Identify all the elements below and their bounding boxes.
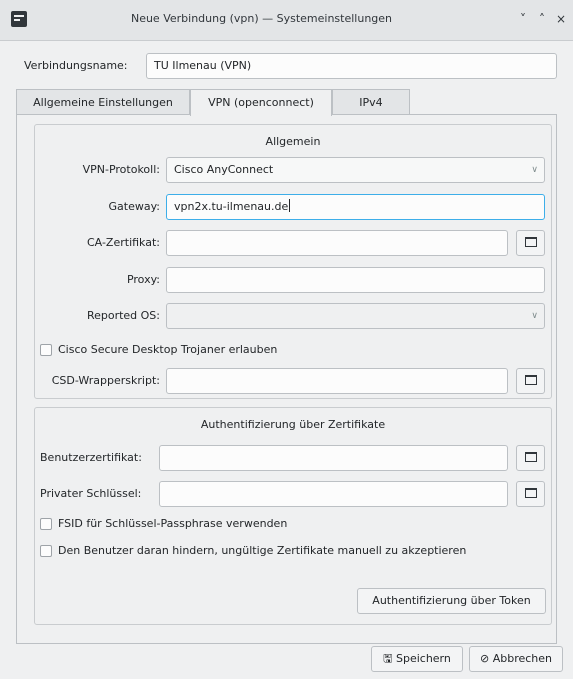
save-button-label: Speichern [395,652,451,665]
close-icon[interactable]: × [552,10,570,28]
window-title: Neue Verbindung (vpn) — Systemeinstellun… [130,12,393,25]
private-key-browse-button[interactable] [516,481,545,507]
csd-wrapper-browse-button[interactable] [516,368,545,394]
ca-certificate-label: CA-Zertifikat: [87,236,160,249]
minimize-icon[interactable]: ˅ [514,10,532,28]
user-certificate-input[interactable] [159,445,508,471]
reported-os-select[interactable]: ∨ [166,303,545,329]
save-icon: 🖫 [383,652,393,665]
trojan-checkbox[interactable] [40,344,52,356]
save-button[interactable]: 🖫 Speichern [371,646,463,672]
user-certificate-label: Benutzerzertifikat: [40,451,142,464]
token-auth-button[interactable]: Authentifizierung über Token [357,588,546,614]
proxy-label: Proxy: [126,273,160,286]
chevron-down-icon: ∨ [531,165,538,175]
folder-icon [524,452,537,462]
reported-os-label: Reported OS: [86,309,160,322]
tab-ipv4[interactable]: IPv4 [332,89,410,115]
proxy-input[interactable] [166,267,545,293]
cancel-button[interactable]: ⊘ Abbrechen [469,646,563,672]
group-auth-title: Authentifizierung über Zertifikate [200,418,386,431]
connection-name-label: Verbindungsname: [24,59,128,72]
gateway-input[interactable]: vpn2x.tu-ilmenau.de [166,194,545,220]
cancel-icon: ⊘ [479,652,490,665]
fsid-checkbox-label: FSID für Schlüssel-Passphrase verwenden [58,517,288,530]
text-cursor [289,199,291,212]
title-bar: Neue Verbindung (vpn) — Systemeinstellun… [0,0,573,41]
connection-name-input[interactable]: TU Ilmenau (VPN) [146,53,557,79]
fsid-checkbox[interactable] [40,518,52,530]
app-icon [11,11,27,27]
prevent-invalid-certs-checkbox[interactable] [40,545,52,557]
csd-wrapper-input[interactable] [166,368,508,394]
vpn-protocol-select[interactable]: Cisco AnyConnect ∨ [166,157,545,183]
prevent-invalid-certs-label: Den Benutzer daran hindern, ungültige Ze… [58,544,467,557]
gateway-value: vpn2x.tu-ilmenau.de [174,200,289,213]
gateway-label: Gateway: [108,200,161,213]
tab-general-settings[interactable]: Allgemeine Einstellungen [16,89,190,115]
folder-icon [524,237,537,247]
maximize-icon[interactable]: ˄ [533,10,551,28]
user-certificate-browse-button[interactable] [516,445,545,471]
folder-icon [524,375,537,385]
group-general-title: Allgemein [265,135,321,148]
private-key-label: Privater Schlüssel: [40,487,142,500]
chevron-down-icon: ∨ [531,311,538,321]
vpn-protocol-label: VPN-Protokoll: [82,163,160,176]
csd-wrapper-label: CSD-Wrapperskript: [51,374,160,387]
cancel-button-label: Abbrechen [492,652,552,665]
private-key-input[interactable] [159,481,508,507]
ca-certificate-browse-button[interactable] [516,230,545,256]
tab-vpn-openconnect[interactable]: VPN (openconnect) [190,89,332,116]
trojan-checkbox-label: Cisco Secure Desktop Trojaner erlauben [58,343,278,356]
vpn-protocol-value: Cisco AnyConnect [174,163,274,176]
ca-certificate-input[interactable] [166,230,508,256]
folder-icon [524,488,537,498]
